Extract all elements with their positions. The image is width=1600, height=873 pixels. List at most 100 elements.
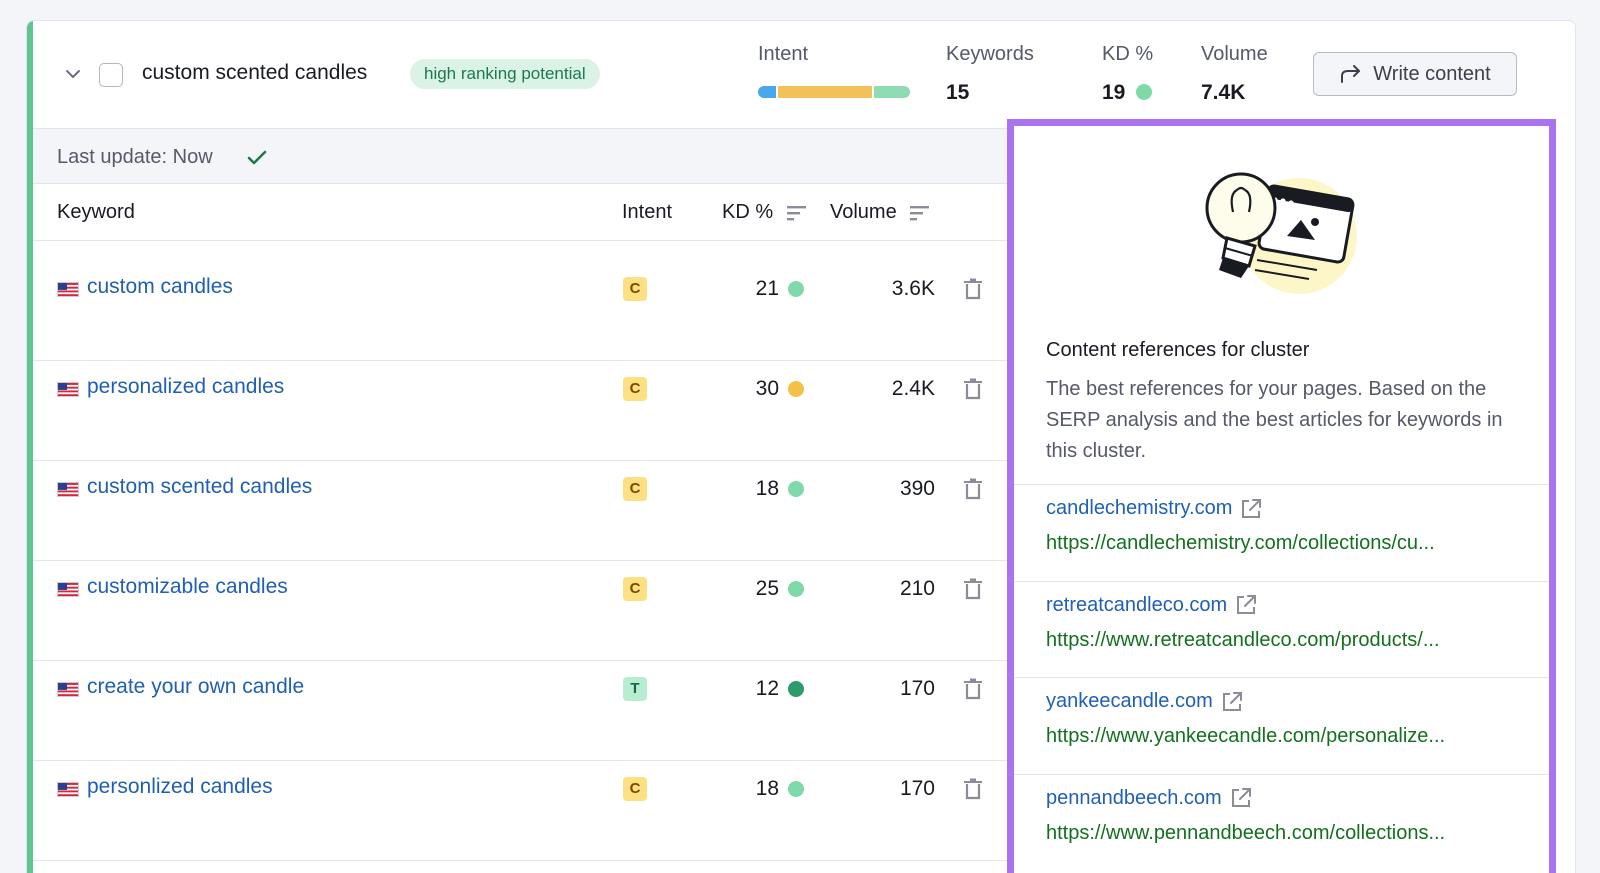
reference-item: pennandbeech.com https://www.pennandbeec… [1046,787,1526,845]
table-header-divider [33,240,1007,241]
keyword-volume: 210 [899,577,935,600]
intent-segment [874,86,910,98]
reference-domain: pennandbeech.com [1046,786,1222,809]
us-flag-icon [57,282,79,297]
lightbulb-illustration-icon [1205,172,1357,294]
reference-domain: yankeecandle.com [1046,690,1213,712]
keyword-kd: 12 [755,677,779,700]
sort-icon[interactable] [786,205,807,221]
last-update-bar: Last update: Now [33,128,1007,184]
trash-icon[interactable] [963,278,983,300]
trash-icon[interactable] [963,478,983,500]
keyword-volume: 390 [899,477,935,500]
keyword-link[interactable]: personalized candles [87,375,284,399]
intent-badge: T [623,677,647,701]
intent-badge: C [623,577,647,601]
keyword-kd: 18 [755,477,779,500]
reference-domain: retreatcandleco.com [1046,593,1228,616]
reference-domain-link[interactable]: candlechemistry.com [1046,497,1526,520]
keyword-volume: 170 [899,777,935,800]
reference-url[interactable]: https://candlechemistry.com/collections/… [1046,532,1516,555]
kd-difficulty-dot [788,581,804,597]
kd-column-label: KD % [722,201,774,223]
cluster-header: custom scented candles high ranking pote… [33,21,1575,128]
intent-column-header: Intent [622,201,673,223]
kd-value: 19 [1102,81,1126,104]
sort-icon[interactable] [910,205,930,221]
trash-icon[interactable] [963,778,983,800]
reference-domain-link[interactable]: pennandbeech.com [1046,787,1526,810]
volume-value: 7.4K [1201,81,1246,104]
reference-divider [1014,580,1549,582]
trash-icon[interactable] [963,578,983,600]
keyword-volume: 170 [899,677,935,700]
reference-item: candlechemistry.com https://candlechemis… [1046,497,1526,555]
references-description: The best references for your pages. Base… [1046,378,1503,462]
keyword-kd: 18 [755,777,779,800]
last-update-text: Last update: Now [57,146,213,168]
keyword-kd: 30 [755,377,779,400]
us-flag-icon [57,582,79,597]
external-link-icon[interactable] [1221,691,1243,713]
reference-item: yankeecandle.com https://www.yankeecandl… [1046,690,1526,748]
chevron-down-icon[interactable] [63,64,83,84]
intent-badge: C [623,277,647,301]
keywords-label: Keywords [946,43,1034,65]
intent-segment [777,86,873,98]
kd-difficulty-dot [788,781,804,797]
external-link-icon[interactable] [1235,594,1257,616]
table-row: custom candles C 21 3.6K [33,261,1007,361]
reference-divider [1014,773,1549,775]
content-references-panel: Content references for cluster The best … [1007,119,1556,873]
reference-divider [1014,677,1549,678]
cluster-name: custom scented candles [142,61,368,84]
keyword-link[interactable]: custom candles [87,275,233,299]
reference-url[interactable]: https://www.retreatcandleco.com/products… [1046,629,1516,652]
keyword-link[interactable]: create your own candle [87,675,304,699]
external-link-icon[interactable] [1230,787,1252,809]
reference-url[interactable]: https://www.pennandbeech.com/collections… [1046,822,1516,845]
kd-difficulty-dot [788,381,804,397]
trash-icon[interactable] [963,678,983,700]
keyword-column-header: Keyword [57,201,135,223]
us-flag-icon [57,482,79,497]
kd-difficulty-dot [1136,84,1152,100]
write-content-button[interactable]: Write content [1313,52,1517,96]
intent-badge: C [623,377,647,401]
reference-domain-link[interactable]: yankeecandle.com [1046,690,1526,713]
volume-column-header[interactable]: Volume [830,201,930,224]
us-flag-icon [57,782,79,797]
us-flag-icon [57,682,79,697]
reference-url[interactable]: https://www.yankeecandle.com/personalize… [1046,725,1516,748]
kd-column-header[interactable]: KD % [722,201,807,224]
checkmark-icon [247,150,267,165]
reference-domain-link[interactable]: retreatcandleco.com [1046,594,1526,617]
write-content-label: Write content [1373,62,1491,85]
table-row: create your own candle T 12 170 [33,661,1007,761]
keywords-count: 15 [946,81,970,104]
keyword-link[interactable]: personlized candles [87,775,273,799]
reference-item: retreatcandleco.com https://www.retreatc… [1046,594,1526,652]
keyword-link[interactable]: custom scented candles [87,475,312,499]
table-row: custom scented candles C 18 390 [33,461,1007,561]
cluster-checkbox[interactable] [99,63,123,87]
ranking-potential-badge: high ranking potential [410,59,600,89]
keyword-link[interactable]: customizable candles [87,575,288,599]
keyword-kd: 25 [755,577,779,600]
keyword-kd: 21 [755,277,779,300]
intent-label: Intent [758,43,809,65]
kd-difficulty-dot [788,481,804,497]
kd-difficulty-dot [788,681,804,697]
kd-label: KD % [1102,43,1154,65]
reference-domain: candlechemistry.com [1046,497,1233,519]
references-title: Content references for cluster [1046,339,1310,361]
volume-column-label: Volume [830,201,897,223]
external-link-icon[interactable] [1240,498,1262,520]
trash-icon[interactable] [963,378,983,400]
reference-divider [1014,484,1549,485]
table-row: personalized candles C 30 2.4K [33,361,1007,461]
us-flag-icon [57,382,79,397]
table-row: personlized candles C 18 170 [33,761,1007,861]
table-row: customizable candles C 25 210 [33,561,1007,661]
intent-distribution-bar [758,86,910,98]
